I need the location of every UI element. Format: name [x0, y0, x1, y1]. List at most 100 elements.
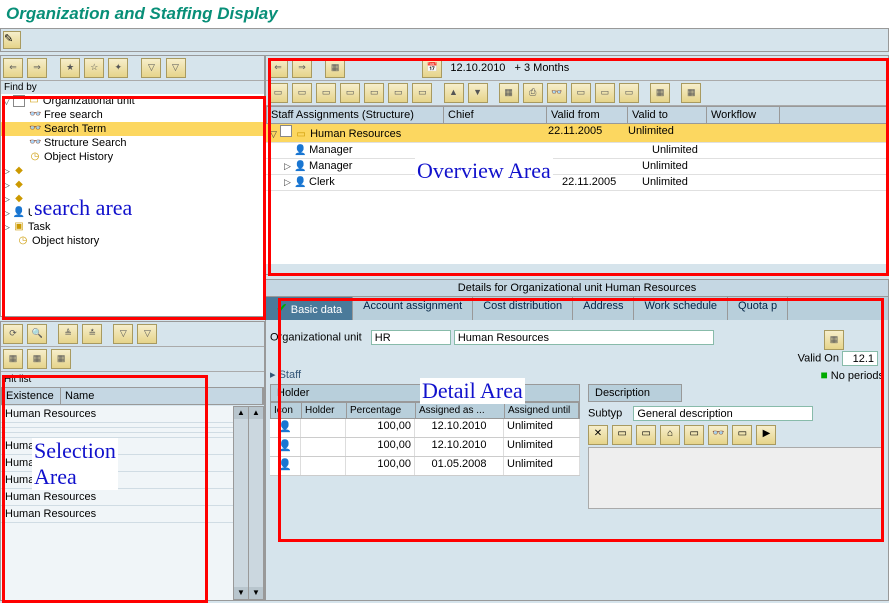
tb-icon[interactable]: ▭ — [571, 83, 591, 103]
star3-icon[interactable]: ✦ — [108, 58, 128, 78]
tree-item-object-history2[interactable]: ◷Object history — [1, 234, 264, 248]
up-icon[interactable]: ▲ — [444, 83, 464, 103]
sort-asc-icon[interactable]: ≜ — [58, 324, 78, 344]
filter-icon[interactable]: ▽ — [113, 324, 133, 344]
tree-item[interactable]: ▷◆ — [1, 178, 264, 192]
filter-icon[interactable]: ▽ — [141, 58, 161, 78]
description-textarea[interactable] — [588, 447, 884, 509]
tree-item-org-unit[interactable]: ▽▭Organizational unit — [1, 94, 264, 108]
expand-icon[interactable]: ▷ — [3, 166, 10, 177]
down-icon[interactable]: ▼ — [468, 83, 488, 103]
orgunit-name-input[interactable]: Human Resources — [454, 330, 714, 345]
tab-basic-data[interactable]: ✔ Basic data — [266, 297, 353, 320]
refresh-icon[interactable]: ⟳ — [3, 324, 23, 344]
expand-icon[interactable]: ▷ — [3, 194, 10, 205]
tab-work-schedule[interactable]: Work schedule — [634, 297, 728, 320]
list-item[interactable]: Human Resources — [1, 489, 234, 506]
tb-icon[interactable]: ▭ — [636, 425, 656, 445]
tb-icon[interactable]: ⌂ — [660, 425, 680, 445]
subtyp-input[interactable]: General description — [633, 406, 813, 421]
layout2-icon[interactable]: ▦ — [27, 349, 47, 369]
tb-icon[interactable]: ▭ — [612, 425, 632, 445]
nav-fwd-icon[interactable]: ⇒ — [292, 58, 312, 78]
star2-icon[interactable]: ☆ — [84, 58, 104, 78]
tb-icon[interactable]: ▦ — [650, 83, 670, 103]
orgunit-code-input[interactable]: HR — [371, 330, 451, 345]
expand-icon[interactable]: ▷ — [3, 208, 10, 219]
tree-item-object-history[interactable]: ◷Object History — [1, 150, 264, 164]
list-item[interactable]: Human Resources — [1, 406, 234, 423]
description-tab[interactable]: Description — [588, 384, 682, 402]
table-row[interactable]: 👤100,0012.10.2010Unlimited — [270, 438, 580, 457]
table-row[interactable]: 👤100,0001.05.2008Unlimited — [270, 457, 580, 476]
hitlist-scrollbar[interactable]: ▲▼ — [233, 406, 249, 600]
nav-fwd-icon[interactable]: ⇒ — [27, 58, 47, 78]
search-icon[interactable]: 🔍 — [27, 324, 47, 344]
tree-item-structure-search[interactable]: 👓Structure Search — [1, 136, 264, 150]
tb-icon[interactable]: ▭ — [316, 83, 336, 103]
sort-desc-icon[interactable]: ≛ — [82, 324, 102, 344]
table-row[interactable]: ▷ 👤 Manager Unlimited — [266, 159, 888, 175]
table-row[interactable]: 👤 Manager Unlimited — [266, 143, 888, 159]
tb-icon[interactable]: ▭ — [388, 83, 408, 103]
scroll-down-icon[interactable]: ▼ — [234, 587, 248, 599]
tb-icon[interactable]: ▭ — [595, 83, 615, 103]
table-row[interactable]: ▷ 👤 Clerk 22.11.2005 Unlimited — [266, 175, 888, 191]
collapse-icon[interactable]: ▽ — [270, 129, 277, 139]
tb-icon[interactable]: ▭ — [732, 425, 752, 445]
filter2-icon[interactable]: ▽ — [166, 58, 186, 78]
find-icon[interactable]: 👓 — [547, 83, 567, 103]
tb-icon[interactable]: ▶ — [756, 425, 776, 445]
expand-icon[interactable]: ▷ — [284, 161, 291, 171]
tree-item[interactable]: ▷◆ — [1, 164, 264, 178]
checkbox-icon[interactable] — [280, 125, 292, 137]
hitlist-scrollbar2[interactable]: ▲▼ — [248, 406, 264, 600]
collapse-icon[interactable]: ▽ — [3, 96, 10, 107]
layout1-icon[interactable]: ▦ — [3, 349, 23, 369]
tb-icon[interactable]: ▭ — [364, 83, 384, 103]
tb-icon[interactable]: ▭ — [684, 425, 704, 445]
tb-icon[interactable]: ▭ — [292, 83, 312, 103]
tb-icon[interactable]: ▭ — [619, 83, 639, 103]
layout3-icon[interactable]: ▦ — [51, 349, 71, 369]
tab-quota[interactable]: Quota p — [728, 297, 788, 320]
col-holder: Holder — [302, 403, 347, 418]
expand-icon[interactable]: ▷ — [284, 177, 291, 187]
tab-address[interactable]: Address — [573, 297, 634, 320]
tab-account[interactable]: Account assignment — [353, 297, 473, 320]
overview-toolbar1: ⇐ ⇒ ▦ 📅 12.10.2010 + 3 Months — [266, 56, 888, 81]
expand-icon[interactable]: ▷ — [3, 180, 10, 191]
tab-cost[interactable]: Cost distribution — [473, 297, 573, 320]
expand-icon[interactable]: ▷ — [3, 222, 10, 233]
staff-link[interactable]: ▸ Staff — [270, 368, 301, 382]
validon-input[interactable]: 12.1 — [842, 351, 878, 366]
tb-icon[interactable]: ✕ — [588, 425, 608, 445]
table-row[interactable]: ▽ ▭ Human Resources 22.11.2005 Unlimited — [266, 124, 888, 143]
nav-back-icon[interactable]: ⇐ — [3, 58, 23, 78]
tb-icon[interactable]: ▭ — [268, 83, 288, 103]
checkbox-icon[interactable] — [13, 95, 25, 107]
tb-icon[interactable]: ▭ — [340, 83, 360, 103]
tb-icon[interactable]: ▭ — [412, 83, 432, 103]
table-row[interactable]: 👤100,0012.10.2010Unlimited — [270, 419, 580, 438]
print-icon[interactable]: ⎙ — [523, 83, 543, 103]
calendar-icon[interactable]: 📅 — [422, 58, 442, 78]
star-icon[interactable]: ★ — [60, 58, 80, 78]
cell-to: Unlimited — [504, 457, 580, 475]
view-icon[interactable]: ▦ — [325, 58, 345, 78]
tree-item-task[interactable]: ▷▣Task — [1, 220, 264, 234]
noperiods-label: No periods — [831, 370, 884, 382]
tree-item-free-search[interactable]: 👓Free search — [1, 108, 264, 122]
scroll-down-icon[interactable]: ▼ — [249, 587, 263, 599]
find-icon[interactable]: 👓 — [708, 425, 728, 445]
scroll-up-icon[interactable]: ▲ — [249, 407, 263, 419]
hierarchy-icon[interactable]: ▦ — [824, 330, 844, 350]
tb-icon[interactable]: ▦ — [681, 83, 701, 103]
edit-icon[interactable]: ✎ — [3, 31, 21, 49]
nav-back-icon[interactable]: ⇐ — [268, 58, 288, 78]
scroll-up-icon[interactable]: ▲ — [234, 407, 248, 419]
list-item[interactable]: Human Resources — [1, 506, 234, 523]
tree-item-search-term[interactable]: 👓Search Term — [1, 122, 264, 136]
tb-icon[interactable]: ▦ — [499, 83, 519, 103]
filter2-icon[interactable]: ▽ — [137, 324, 157, 344]
